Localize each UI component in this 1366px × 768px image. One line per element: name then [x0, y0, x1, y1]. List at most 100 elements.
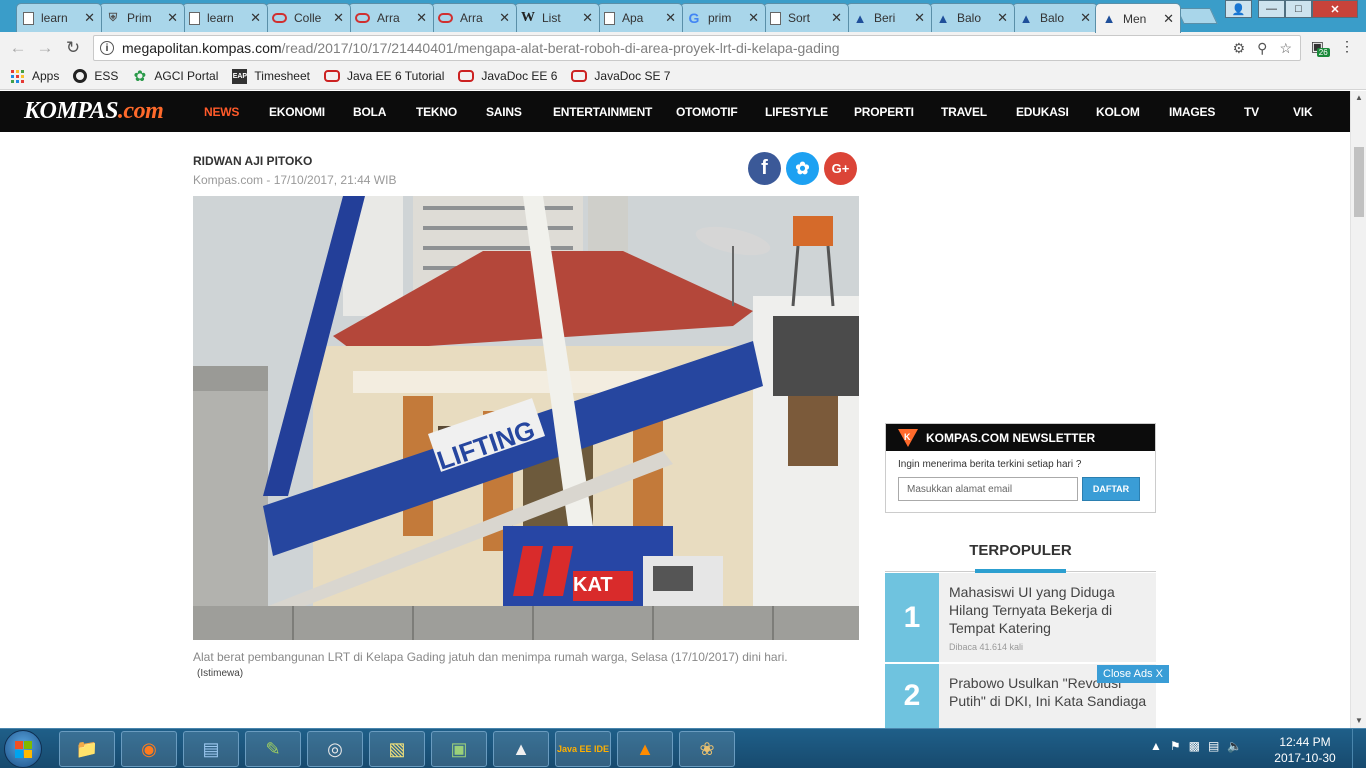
tab-close-icon[interactable]: ✕	[748, 10, 759, 26]
firefox-taskbar-icon[interactable]: ◉	[121, 731, 177, 767]
nav-item-lifestyle[interactable]: LIFESTYLE	[765, 105, 828, 119]
kompas-logo[interactable]: KOMPAS.com	[24, 98, 164, 125]
tab-close-icon[interactable]: ✕	[914, 10, 925, 26]
notepad-plus-taskbar-icon[interactable]: ✎	[245, 731, 301, 767]
nav-item-vik[interactable]: VIK	[1293, 105, 1313, 119]
maximize-icon[interactable]: □	[1285, 0, 1312, 18]
tab-close-icon[interactable]: ✕	[416, 10, 427, 26]
browser-tab[interactable]: learn ✕	[182, 3, 268, 32]
browser-tab[interactable]: Arra ✕	[431, 3, 517, 32]
tab-close-icon[interactable]: ✕	[333, 10, 344, 26]
minimize-icon[interactable]: —	[1258, 0, 1285, 18]
nav-item-images[interactable]: IMAGES	[1169, 105, 1215, 119]
scroll-up-icon[interactable]: ▲	[1351, 91, 1366, 105]
browser-tab[interactable]: Sort ✕	[763, 3, 849, 32]
file-explorer-taskbar-icon[interactable]: 📁	[59, 731, 115, 767]
bookmark-item[interactable]: JavaDoc SE 7	[571, 69, 670, 83]
scrollbar-thumb[interactable]	[1354, 147, 1364, 217]
browser-tab[interactable]: learn ✕	[16, 3, 102, 32]
nav-item-bola[interactable]: BOLA	[353, 105, 386, 119]
twitter-share-icon[interactable]: ✿	[786, 152, 819, 185]
newsletter-subscribe-button[interactable]: DAFTAR	[1082, 477, 1140, 501]
bookmark-item[interactable]: EAP Timesheet	[232, 68, 310, 84]
browser-tab[interactable]: Arra ✕	[348, 3, 434, 32]
facebook-share-icon[interactable]: f	[748, 152, 781, 185]
nav-item-edukasi[interactable]: EDUKASI	[1016, 105, 1069, 119]
windows-taskbar: 📁 ◉ ▤ ✎ ◎ ▧ ▣ ▲ Java EE IDE ▲ ❀ ▲ ⚑ ▩ ▤ 🔈 12:44 PM…	[0, 728, 1366, 768]
browser-tab[interactable]: ▲ Beri ✕	[846, 3, 932, 32]
user-profile-icon[interactable]: 👤	[1225, 0, 1252, 18]
action-center-icon[interactable]: ⚑	[1170, 739, 1181, 753]
tab-close-icon[interactable]: ✕	[1163, 11, 1174, 27]
browser-tab[interactable]: W List ✕	[514, 3, 600, 32]
show-desktop-button[interactable]	[1352, 729, 1366, 768]
bookmark-item[interactable]: ESS	[73, 69, 118, 83]
tab-close-icon[interactable]: ✕	[1080, 10, 1091, 26]
tab-close-icon[interactable]: ✕	[167, 10, 178, 26]
bookmark-star-icon[interactable]: ☆	[1279, 40, 1292, 57]
close-ads-button[interactable]: Close Ads X	[1097, 665, 1169, 683]
reload-icon[interactable]: ↻	[62, 37, 84, 59]
vlc-taskbar-icon[interactable]: ▲	[617, 731, 673, 767]
address-bar[interactable]: i megapolitan.kompas.com /read/2017/10/1…	[93, 35, 1301, 61]
google-plus-share-icon[interactable]: G+	[824, 152, 857, 185]
nav-item-news[interactable]: NEWS	[204, 105, 239, 119]
tab-close-icon[interactable]: ✕	[582, 10, 593, 26]
bookmark-item[interactable]: Apps	[10, 69, 59, 84]
tab-close-icon[interactable]: ✕	[250, 10, 261, 26]
nav-item-sains[interactable]: SAINS	[486, 105, 522, 119]
browser-tab[interactable]: Gprim ✕	[680, 3, 766, 32]
tab-close-icon[interactable]: ✕	[665, 10, 676, 26]
device-icon[interactable]: ▩	[1189, 739, 1200, 753]
network-icon[interactable]: ▤	[1208, 739, 1219, 753]
system-monitor-taskbar-icon[interactable]: ▣	[431, 731, 487, 767]
paint-taskbar-icon[interactable]: ❀	[679, 731, 735, 767]
nav-item-tekno[interactable]: TEKNO	[416, 105, 457, 119]
blocked-cookies-icon[interactable]: ⚙	[1233, 40, 1246, 57]
browser-tab[interactable]: Colle ✕	[265, 3, 351, 32]
scroll-down-icon[interactable]: ▼	[1351, 714, 1366, 728]
browser-tab[interactable]: ⛨ Prim ✕	[99, 3, 185, 32]
sticky-notes-taskbar-icon[interactable]: ▧	[369, 731, 425, 767]
taskbar-clock[interactable]: 12:44 PM 2017-10-30	[1270, 734, 1340, 766]
nav-item-entertainment[interactable]: ENTERTAINMENT	[553, 105, 652, 119]
nav-item-properti[interactable]: PROPERTI	[854, 105, 914, 119]
browser-tab[interactable]: ▲ Men ✕	[1095, 3, 1181, 33]
page-scrollbar[interactable]: ▲ ▼	[1350, 91, 1366, 728]
browser-tab[interactable]: ▲ Balo ✕	[1012, 3, 1098, 32]
tab-close-icon[interactable]: ✕	[997, 10, 1008, 26]
inkscape-taskbar-icon[interactable]: ▲	[493, 731, 549, 767]
nav-item-otomotif[interactable]: OTOMOTIF	[676, 105, 738, 119]
extension-icon[interactable]: ▣ 26	[1311, 38, 1330, 57]
browser-tab[interactable]: Apa ✕	[597, 3, 683, 32]
site-info-icon[interactable]: i	[100, 41, 114, 55]
tab-close-icon[interactable]: ✕	[499, 10, 510, 26]
start-button[interactable]	[4, 730, 42, 768]
popular-item-1[interactable]: 1 Mahasiswi UI yang Diduga Hilang Ternya…	[885, 573, 1156, 662]
bookmark-item[interactable]: Java EE 6 Tutorial	[323, 69, 444, 83]
nav-item-kolom[interactable]: KOLOM	[1096, 105, 1140, 119]
chrome-menu-icon[interactable]: ⋮	[1340, 38, 1354, 55]
tab-label: Arra	[377, 11, 400, 25]
forward-icon[interactable]: →	[34, 37, 56, 59]
bookmark-item[interactable]: JavaDoc EE 6	[458, 69, 557, 83]
nav-item-tv[interactable]: TV	[1244, 105, 1259, 119]
tray-expand-icon[interactable]: ▲	[1150, 739, 1162, 753]
newsletter-email-input[interactable]	[898, 477, 1078, 501]
java-ee-ide-taskbar-icon[interactable]: Java EE IDE	[555, 731, 611, 767]
tab-close-icon[interactable]: ✕	[84, 10, 95, 26]
back-icon[interactable]: ←	[7, 37, 29, 59]
notepad-taskbar-icon[interactable]: ▤	[183, 731, 239, 767]
zoom-icon[interactable]: ⚲	[1257, 40, 1267, 57]
new-tab-button[interactable]	[1176, 8, 1218, 24]
nav-item-ekonomi[interactable]: EKONOMI	[269, 105, 325, 119]
popular-title[interactable]: Mahasiswi UI yang Diduga Hilang Ternyata…	[949, 583, 1149, 637]
close-window-icon[interactable]: ✕	[1312, 0, 1358, 18]
browser-tab[interactable]: ▲ Balo ✕	[929, 3, 1015, 32]
bookmark-item[interactable]: ✿ AGCI Portal	[132, 68, 219, 85]
chrome-taskbar-icon[interactable]: ◎	[307, 731, 363, 767]
tab-close-icon[interactable]: ✕	[831, 10, 842, 26]
nav-item-travel[interactable]: TRAVEL	[941, 105, 987, 119]
author-name[interactable]: RIDWAN AJI PITOKO	[193, 154, 396, 168]
volume-icon[interactable]: 🔈	[1227, 739, 1242, 753]
